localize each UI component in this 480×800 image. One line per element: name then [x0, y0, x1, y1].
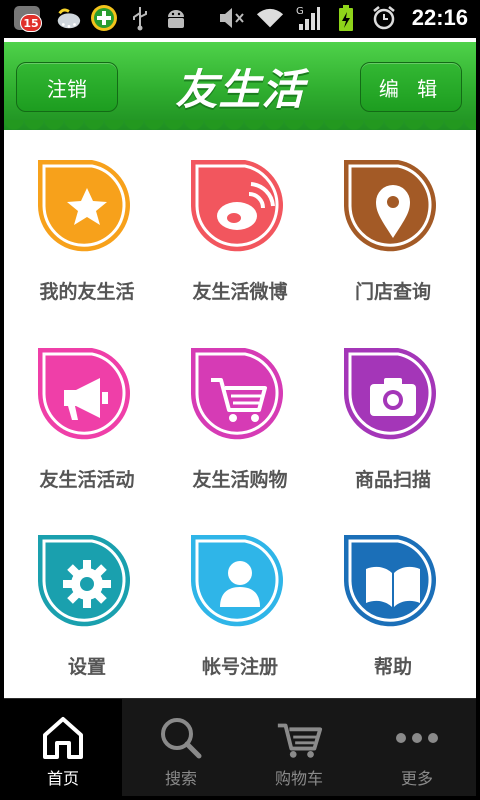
grid-item-label: 设置 [67, 656, 106, 678]
grid-item-label: 商品扫描 [354, 469, 431, 491]
notification-icon[interactable]: 15 [12, 4, 46, 32]
grid-item-weibo[interactable]: 友生活微博 [165, 140, 315, 310]
signal-icon: G [294, 4, 322, 32]
weather-icon [54, 4, 82, 32]
tab-label: 首页 [46, 769, 79, 788]
search-icon [156, 715, 206, 761]
grid-item-label: 友生活微博 [192, 281, 288, 303]
grid-item-my-life[interactable]: 我的友生活 [12, 140, 162, 310]
user-icon [187, 531, 293, 637]
grid-item-scan[interactable]: 商品扫描 [318, 328, 468, 498]
wifi-icon [256, 4, 284, 32]
edit-button[interactable]: 编 辑 [360, 62, 462, 112]
grid-item-label: 帮助 [373, 656, 412, 678]
gear-icon [34, 531, 140, 637]
tab-search[interactable]: 搜索 [122, 699, 240, 797]
grid-item-register[interactable]: 帐号注册 [165, 515, 315, 685]
grid-item-shopping[interactable]: 友生活购物 [165, 328, 315, 498]
home-icon [38, 715, 88, 761]
tab-more[interactable]: 更多 [358, 699, 476, 797]
plus-app-icon [90, 4, 118, 32]
grid-item-help[interactable]: 帮助 [318, 515, 468, 685]
app-header: 注销 友生活 编 辑 [4, 42, 476, 130]
grid-item-store-search[interactable]: 门店查询 [318, 140, 468, 310]
alarm-icon [370, 4, 398, 32]
tab-home[interactable]: 首页 [4, 699, 122, 797]
grid-item-label: 帐号注册 [201, 656, 278, 678]
usb-icon [126, 4, 154, 32]
tab-label: 购物车 [274, 769, 323, 788]
star-icon [34, 156, 140, 262]
location-pin-icon [340, 156, 446, 262]
logout-button[interactable]: 注销 [16, 62, 118, 112]
tab-label: 搜索 [164, 769, 197, 788]
grid-item-label: 我的友生活 [39, 281, 135, 303]
grid-item-settings[interactable]: 设置 [12, 515, 162, 685]
more-icon [392, 715, 442, 761]
grid-item-label: 友生活购物 [192, 469, 288, 491]
grid-item-label: 门店查询 [354, 281, 431, 303]
battery-charging-icon [332, 4, 360, 32]
grid-item-label: 友生活活动 [39, 469, 135, 491]
mute-icon [218, 4, 246, 32]
android-icon [162, 4, 190, 32]
book-icon [340, 531, 446, 637]
tab-label: 更多 [400, 769, 433, 788]
megaphone-icon [34, 344, 140, 450]
app-logo: 友生活 [175, 64, 305, 114]
shopping-cart-icon [187, 344, 293, 450]
header-scallop-edge [4, 120, 476, 130]
bottom-tab-bar: 首页 搜索 购物车 更多 [4, 698, 476, 797]
camera-icon [340, 344, 446, 450]
svg-text:G: G [296, 6, 304, 17]
tab-cart[interactable]: 购物车 [240, 699, 358, 797]
cart-icon [274, 715, 324, 761]
grid-item-activities[interactable]: 友生活活动 [12, 328, 162, 498]
notification-count: 15 [20, 14, 42, 32]
status-time: 22:16 [411, 5, 468, 30]
weibo-icon [187, 156, 293, 262]
status-bar: 15 G 22:16 [0, 0, 480, 38]
